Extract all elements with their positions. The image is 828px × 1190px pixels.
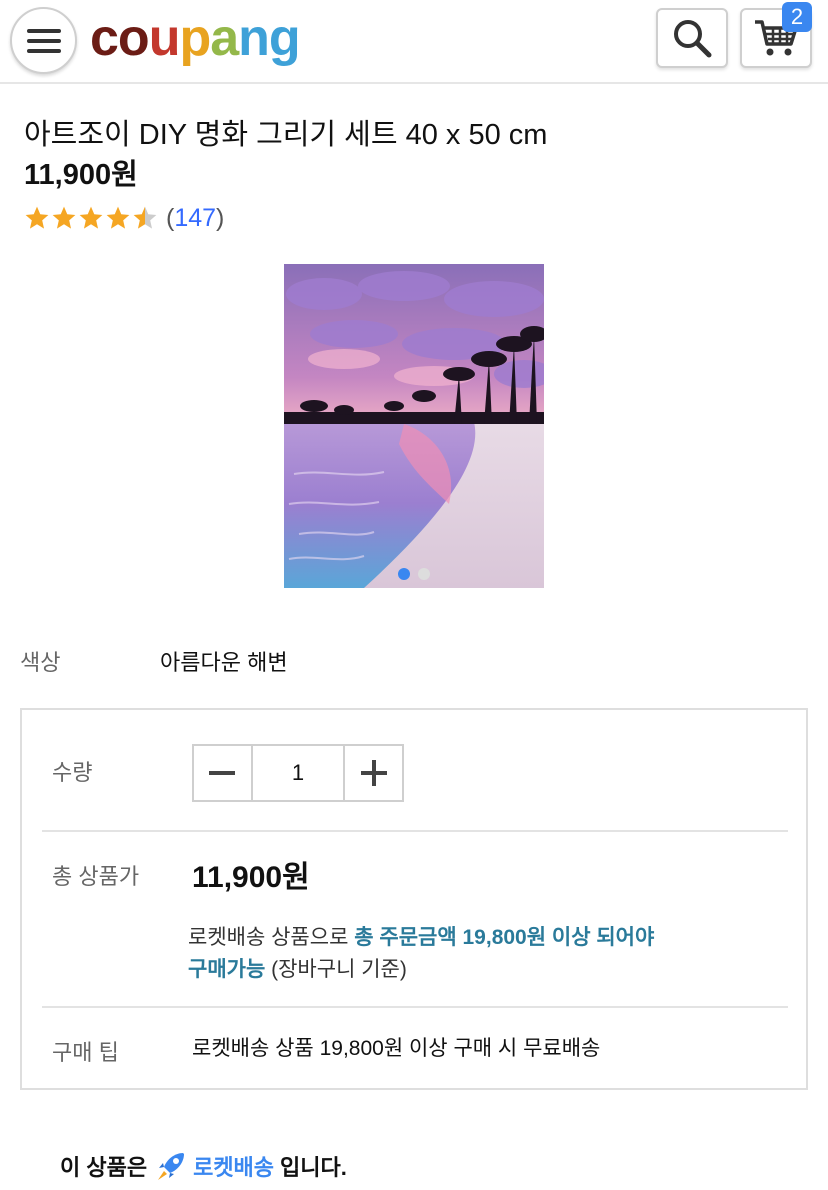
total-price: 11,900원 bbox=[192, 861, 310, 894]
rocket-line-prefix: 이 상품은 bbox=[60, 1155, 148, 1180]
rocket-icon bbox=[158, 1153, 185, 1180]
plus-icon bbox=[360, 760, 387, 786]
hamburger-icon bbox=[26, 28, 61, 53]
option-label: 색상 bbox=[20, 650, 61, 675]
star-icon bbox=[106, 206, 130, 229]
rocket-delivery-line: 이 상품은 로켓배송 입니다. bbox=[60, 1148, 347, 1184]
search-icon bbox=[674, 20, 712, 58]
purchase-box: 수량 1 총 상품가 11,900원 로켓배송 상품으로 총 주문금액 19,8… bbox=[20, 708, 808, 1090]
minus-icon bbox=[209, 771, 236, 775]
rocket-delivery-notice: 로켓배송 상품으로 총 주문금액 19,800원 이상 되어야 구매가능 (장바구… bbox=[188, 926, 655, 981]
cart-button[interactable]: 2 bbox=[740, 2, 812, 68]
product-price: 11,900원 bbox=[24, 159, 138, 191]
option-value[interactable]: 아름다운 해변 bbox=[160, 648, 288, 678]
logo-letter: g bbox=[268, 9, 301, 67]
menu-button[interactable] bbox=[10, 7, 77, 74]
star-rating bbox=[24, 205, 158, 231]
logo-letter: u bbox=[148, 9, 181, 67]
rocket-delivery-badge: 로켓배송 bbox=[193, 1155, 275, 1180]
divider bbox=[42, 830, 788, 832]
coupang-logo[interactable]: coupang bbox=[90, 6, 301, 70]
quantity-label: 수량 bbox=[52, 760, 93, 785]
product-rating[interactable]: (147) bbox=[24, 200, 224, 236]
star-icon bbox=[133, 206, 157, 229]
purchase-tip-text: 로켓배송 상품 19,800원 이상 구매 시 무료배송 bbox=[192, 1037, 601, 1060]
review-count[interactable]: (147) bbox=[166, 200, 224, 236]
total-price-label: 총 상품가 bbox=[52, 864, 140, 889]
divider bbox=[42, 1006, 788, 1008]
product-image[interactable] bbox=[284, 264, 544, 588]
logo-letter: p bbox=[179, 9, 211, 67]
pagination-dot[interactable] bbox=[398, 568, 410, 580]
top-header: coupang 2 bbox=[0, 0, 828, 84]
star-icon bbox=[52, 206, 76, 229]
image-pagination[interactable] bbox=[398, 568, 430, 580]
quantity-input[interactable]: 1 bbox=[250, 746, 346, 800]
quantity-stepper[interactable]: 1 bbox=[192, 744, 404, 802]
logo-letter: n bbox=[238, 9, 270, 67]
pagination-dot[interactable] bbox=[418, 568, 430, 580]
logo-letter: o bbox=[117, 9, 150, 67]
decrease-button[interactable] bbox=[194, 746, 251, 800]
increase-button[interactable] bbox=[345, 746, 403, 800]
logo-letter: c bbox=[90, 9, 119, 67]
logo-letter: a bbox=[210, 9, 239, 67]
cart-count-badge: 2 bbox=[782, 2, 812, 32]
product-title: 아트조이 DIY 명화 그리기 세트 40 x 50 cm bbox=[24, 119, 548, 151]
purchase-tip-label: 구매 팁 bbox=[52, 1040, 119, 1065]
star-icon bbox=[79, 206, 103, 229]
search-button[interactable] bbox=[656, 8, 728, 68]
rocket-line-suffix: 입니다. bbox=[280, 1155, 347, 1180]
star-icon bbox=[25, 206, 49, 229]
